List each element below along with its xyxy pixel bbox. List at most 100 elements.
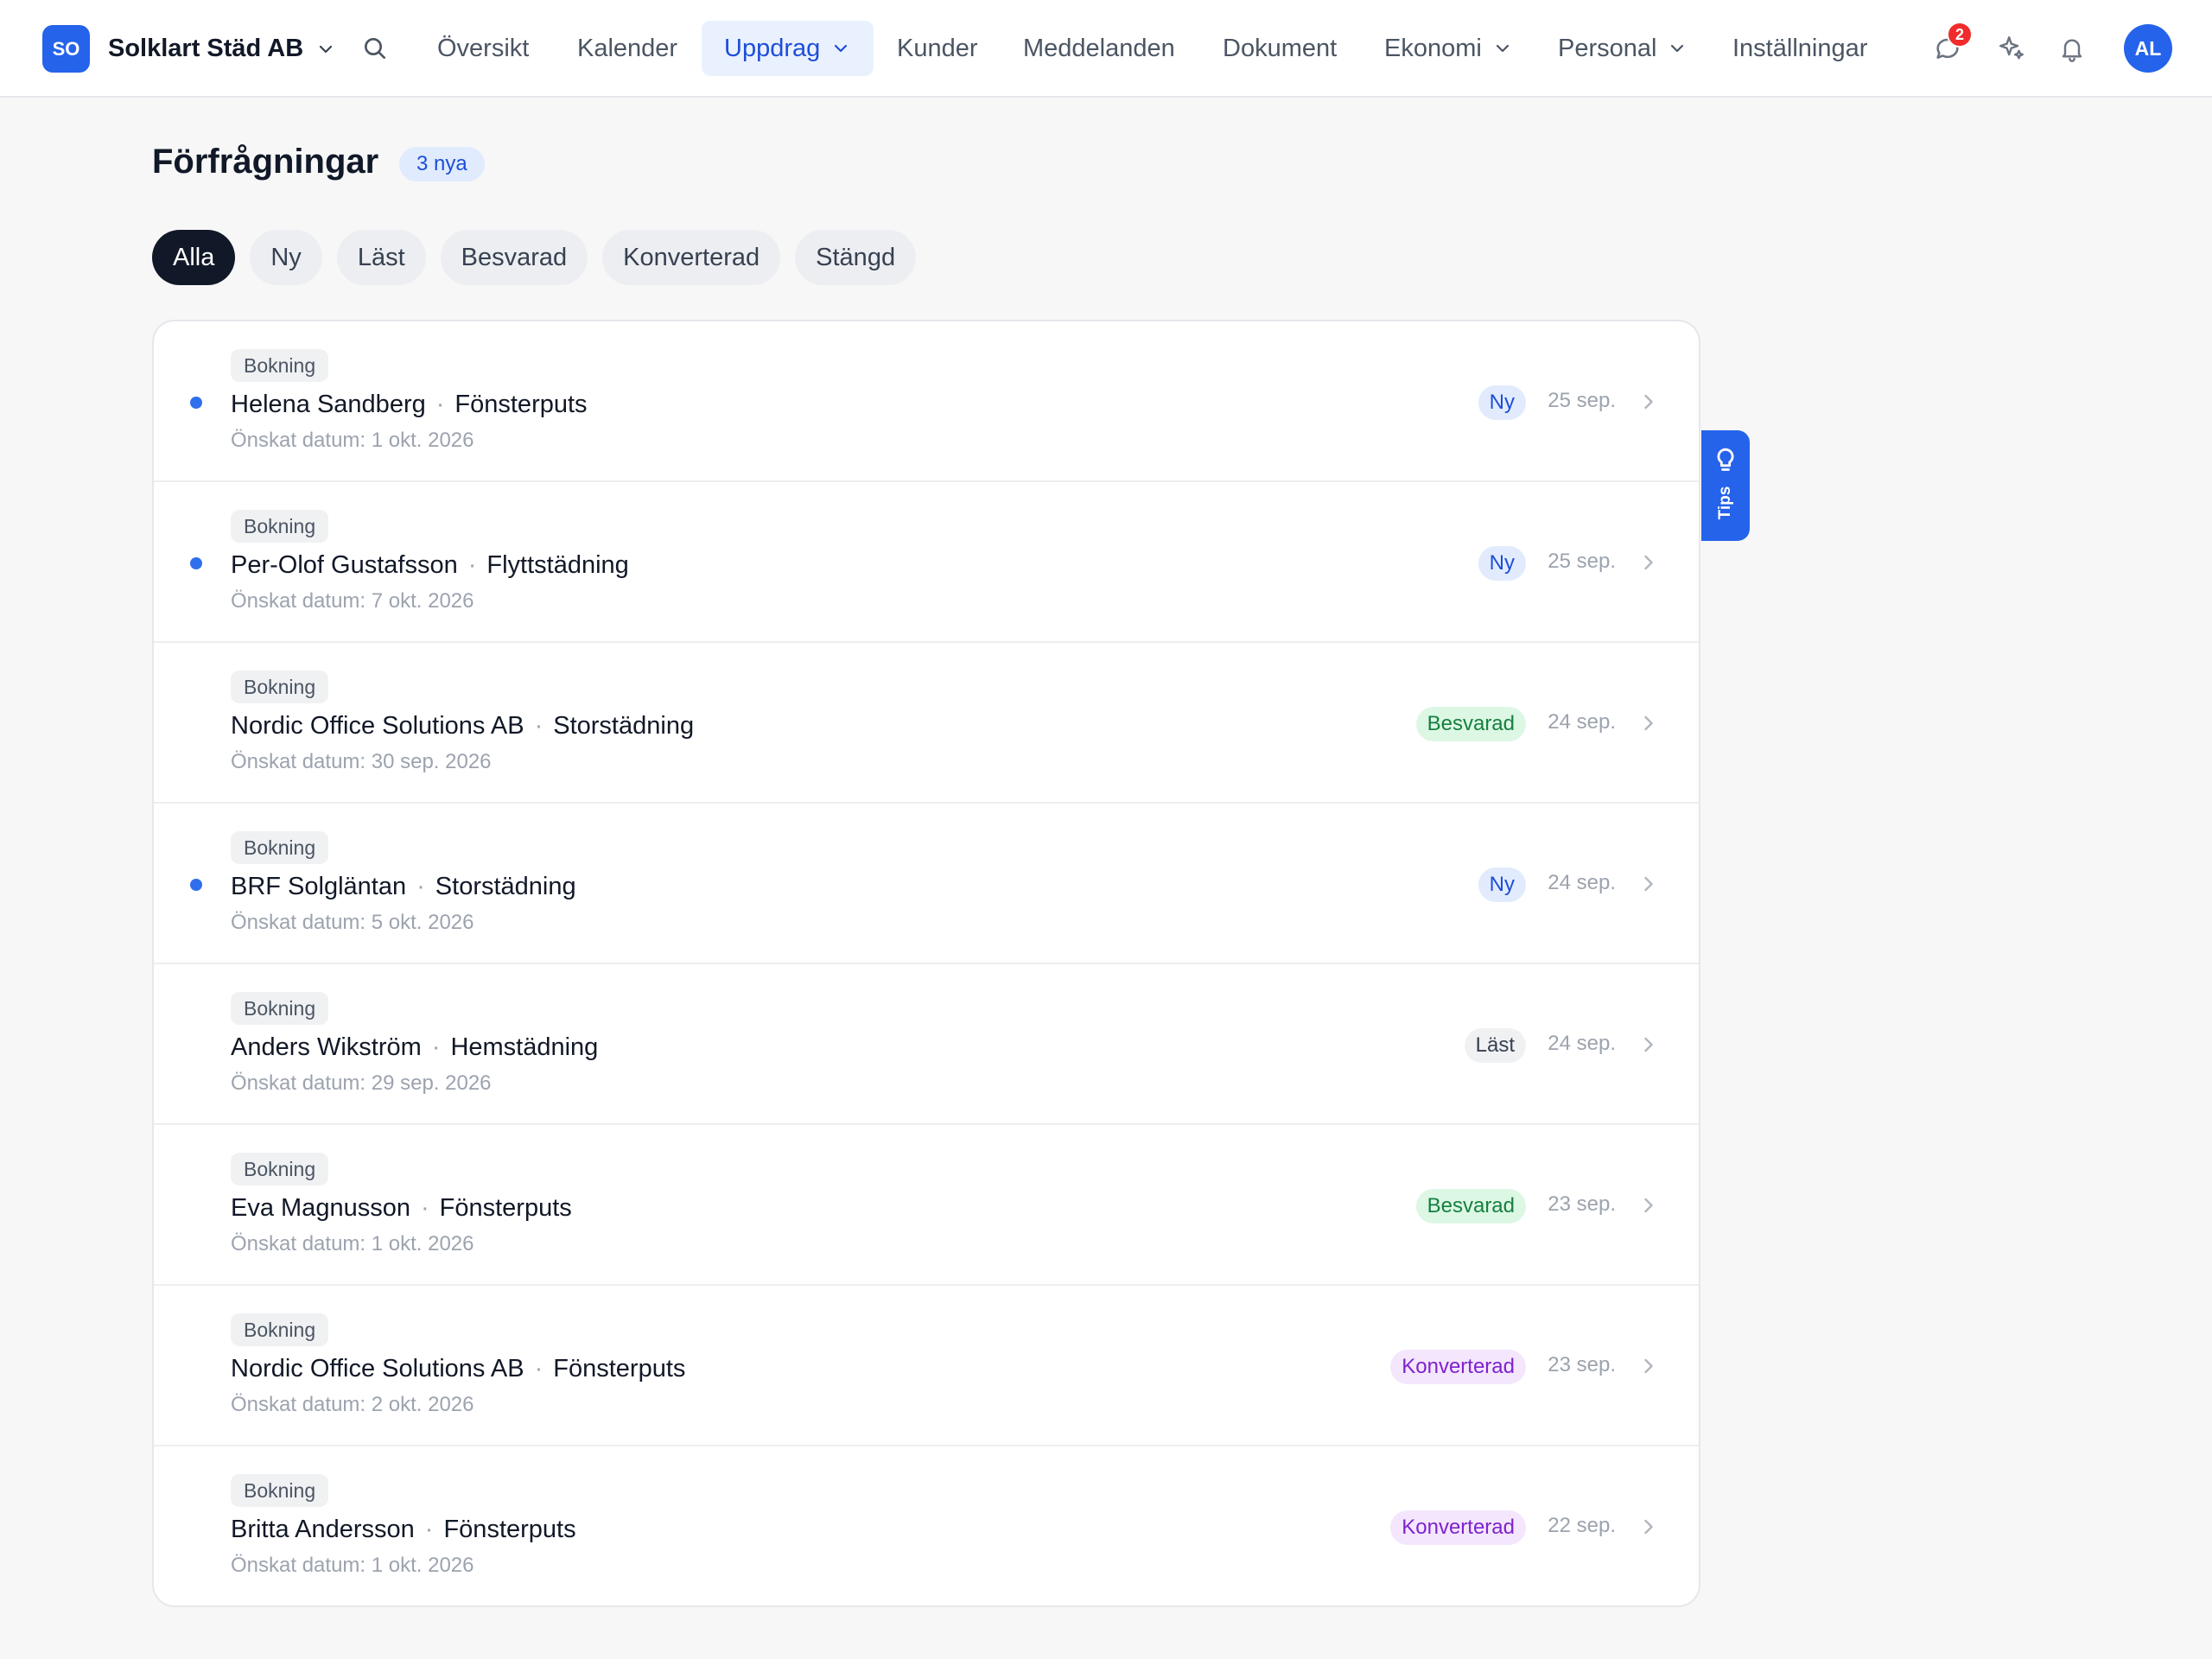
request-type-tag: Bokning (231, 671, 329, 703)
chevron-down-icon (835, 44, 848, 53)
user-avatar[interactable]: AL (2124, 24, 2172, 73)
filter-alla[interactable]: Alla (152, 230, 236, 285)
sparkles-icon (1999, 36, 2024, 60)
chevron-right-icon (1644, 1037, 1653, 1052)
separator-dot: · (534, 712, 543, 740)
service-name: Fönsterputs (553, 1355, 686, 1382)
status-badge: Konverterad (1390, 1350, 1526, 1384)
received-date: 24 sep. (1548, 710, 1616, 734)
filter-besvarad[interactable]: Besvarad (440, 230, 588, 285)
service-name: Fönsterputs (443, 1516, 576, 1543)
nav-item-meddelanden[interactable]: Meddelanden (1023, 21, 1175, 76)
received-date: 23 sep. (1548, 1353, 1616, 1376)
chevron-right-icon (1644, 876, 1653, 892)
nav-item-label: Inställningar (1732, 34, 1868, 62)
service-name: Fönsterputs (439, 1194, 572, 1222)
request-row[interactable]: Bokning Anders Wikström · Hemstädning Önsk… (154, 964, 1699, 1125)
request-row[interactable]: Bokning Per-Olof Gustafsson · Flyttstädnin… (154, 482, 1699, 643)
chevron-right-icon (1644, 394, 1653, 410)
status-badge: Ny (1478, 868, 1526, 902)
status-badge: Besvarad (1415, 1189, 1526, 1224)
page-title: Förfrågningar (152, 143, 379, 181)
desired-date: Önskat datum: 1 okt. 2026 (231, 1554, 474, 1577)
customer-name: Helena Sandberg (231, 391, 426, 418)
request-title: Eva Magnusson · Fönsterputs (231, 1194, 572, 1223)
nav-item-dokument[interactable]: Dokument (1223, 21, 1337, 76)
received-date: 25 sep. (1548, 550, 1616, 573)
request-row[interactable]: Bokning Nordic Office Solutions AB · Stors… (154, 643, 1699, 804)
received-date: 22 sep. (1548, 1514, 1616, 1537)
service-name: Storstädning (553, 712, 695, 740)
received-date: 23 sep. (1548, 1192, 1616, 1216)
request-title: Helena Sandberg · Fönsterputs (231, 391, 588, 419)
request-row[interactable]: Bokning Helena Sandberg · Fönsterputs Önsk… (154, 321, 1699, 482)
tips-label: Tips (1716, 486, 1734, 520)
unread-indicator (190, 879, 202, 891)
received-date: 24 sep. (1548, 871, 1616, 894)
status-badge: Konverterad (1390, 1510, 1526, 1545)
nav-item-uppdrag[interactable]: Uppdrag (702, 21, 874, 76)
nav-item-label: Kalender (577, 34, 678, 62)
desired-date: Önskat datum: 2 okt. 2026 (231, 1393, 474, 1416)
nav-item-label: Uppdrag (724, 34, 821, 62)
request-row[interactable]: Bokning Eva Magnusson · Fönsterputs Önskat… (154, 1125, 1699, 1286)
notifications-button[interactable] (2055, 31, 2089, 66)
unread-indicator (190, 397, 202, 409)
nav-item-label: Meddelanden (1023, 34, 1175, 62)
received-date: 25 sep. (1548, 389, 1616, 412)
nav-item-kunder[interactable]: Kunder (897, 21, 978, 76)
nav-item-oversikt[interactable]: Översikt (437, 21, 529, 76)
customer-name: Per-Olof Gustafsson (231, 551, 458, 579)
request-title: Britta Andersson · Fönsterputs (231, 1516, 576, 1544)
status-badge: Besvarad (1415, 707, 1526, 741)
desired-date: Önskat datum: 1 okt. 2026 (231, 429, 474, 452)
lightbulb-icon (1717, 448, 1734, 471)
separator-dot: · (534, 1355, 543, 1382)
separator-dot: · (424, 1516, 434, 1543)
chevron-right-icon (1644, 715, 1653, 731)
customer-name: BRF Solgläntan (231, 873, 407, 900)
status-badge: Läst (1464, 1028, 1526, 1063)
nav-item-label: Översikt (437, 34, 530, 62)
request-type-tag: Bokning (231, 831, 329, 864)
request-type-tag: Bokning (231, 1313, 329, 1346)
request-title: Per-Olof Gustafsson · Flyttstädning (231, 551, 629, 580)
nav-item-kalender[interactable]: Kalender (577, 21, 677, 76)
request-title: Nordic Office Solutions AB · Fönsterputs (231, 1355, 685, 1383)
desired-date: Önskat datum: 30 sep. 2026 (231, 750, 492, 773)
request-type-tag: Bokning (231, 510, 329, 543)
nav-item-personal[interactable]: Personal (1558, 21, 1688, 76)
request-row[interactable]: Bokning Britta Andersson · Fönsterputs Öns… (154, 1446, 1699, 1605)
filter-konverterad[interactable]: Konverterad (602, 230, 781, 285)
nav-item-label: Dokument (1223, 34, 1338, 62)
request-title: Nordic Office Solutions AB · Storstädning (231, 712, 694, 741)
desired-date: Önskat datum: 5 okt. 2026 (231, 911, 474, 934)
nav-item-label: Kunder (897, 34, 978, 62)
filter-stangd[interactable]: Stängd (795, 230, 917, 285)
service-name: Hemstädning (450, 1033, 599, 1061)
tips-tab[interactable]: Tips (1701, 430, 1750, 541)
request-row[interactable]: Bokning BRF Solgläntan · Storstädning Önsk… (154, 804, 1699, 964)
separator-dot: · (416, 873, 425, 900)
separator-dot: · (420, 1194, 429, 1222)
request-title: BRF Solgläntan · Storstädning (231, 873, 576, 901)
nav-item-installningar[interactable]: Inställningar (1732, 21, 1867, 76)
separator-dot: · (431, 1033, 441, 1061)
top-navigation-bar: SO Solklart Städ AB Översikt Kalender Up… (0, 0, 2212, 98)
service-name: Flyttstädning (486, 551, 629, 579)
chevron-right-icon (1644, 1358, 1653, 1374)
nav-item-ekonomi[interactable]: Ekonomi (1384, 21, 1513, 76)
chevron-right-icon (1644, 555, 1653, 570)
main-nav: Översikt Kalender Uppdrag Kunder Meddela… (0, 0, 2212, 98)
bell-icon (2062, 39, 2082, 62)
nav-item-label: Ekonomi (1384, 34, 1482, 62)
chevron-down-icon (1496, 44, 1509, 53)
nav-item-label: Personal (1558, 34, 1657, 62)
new-count-badge: 3 nya (399, 147, 485, 181)
assistant-button[interactable] (1994, 31, 2029, 66)
request-type-tag: Bokning (231, 1474, 329, 1507)
request-row[interactable]: Bokning Nordic Office Solutions AB · Fönst… (154, 1286, 1699, 1446)
filter-ny[interactable]: Ny (250, 230, 322, 285)
request-type-tag: Bokning (231, 349, 329, 382)
filter-last[interactable]: Läst (336, 230, 426, 285)
